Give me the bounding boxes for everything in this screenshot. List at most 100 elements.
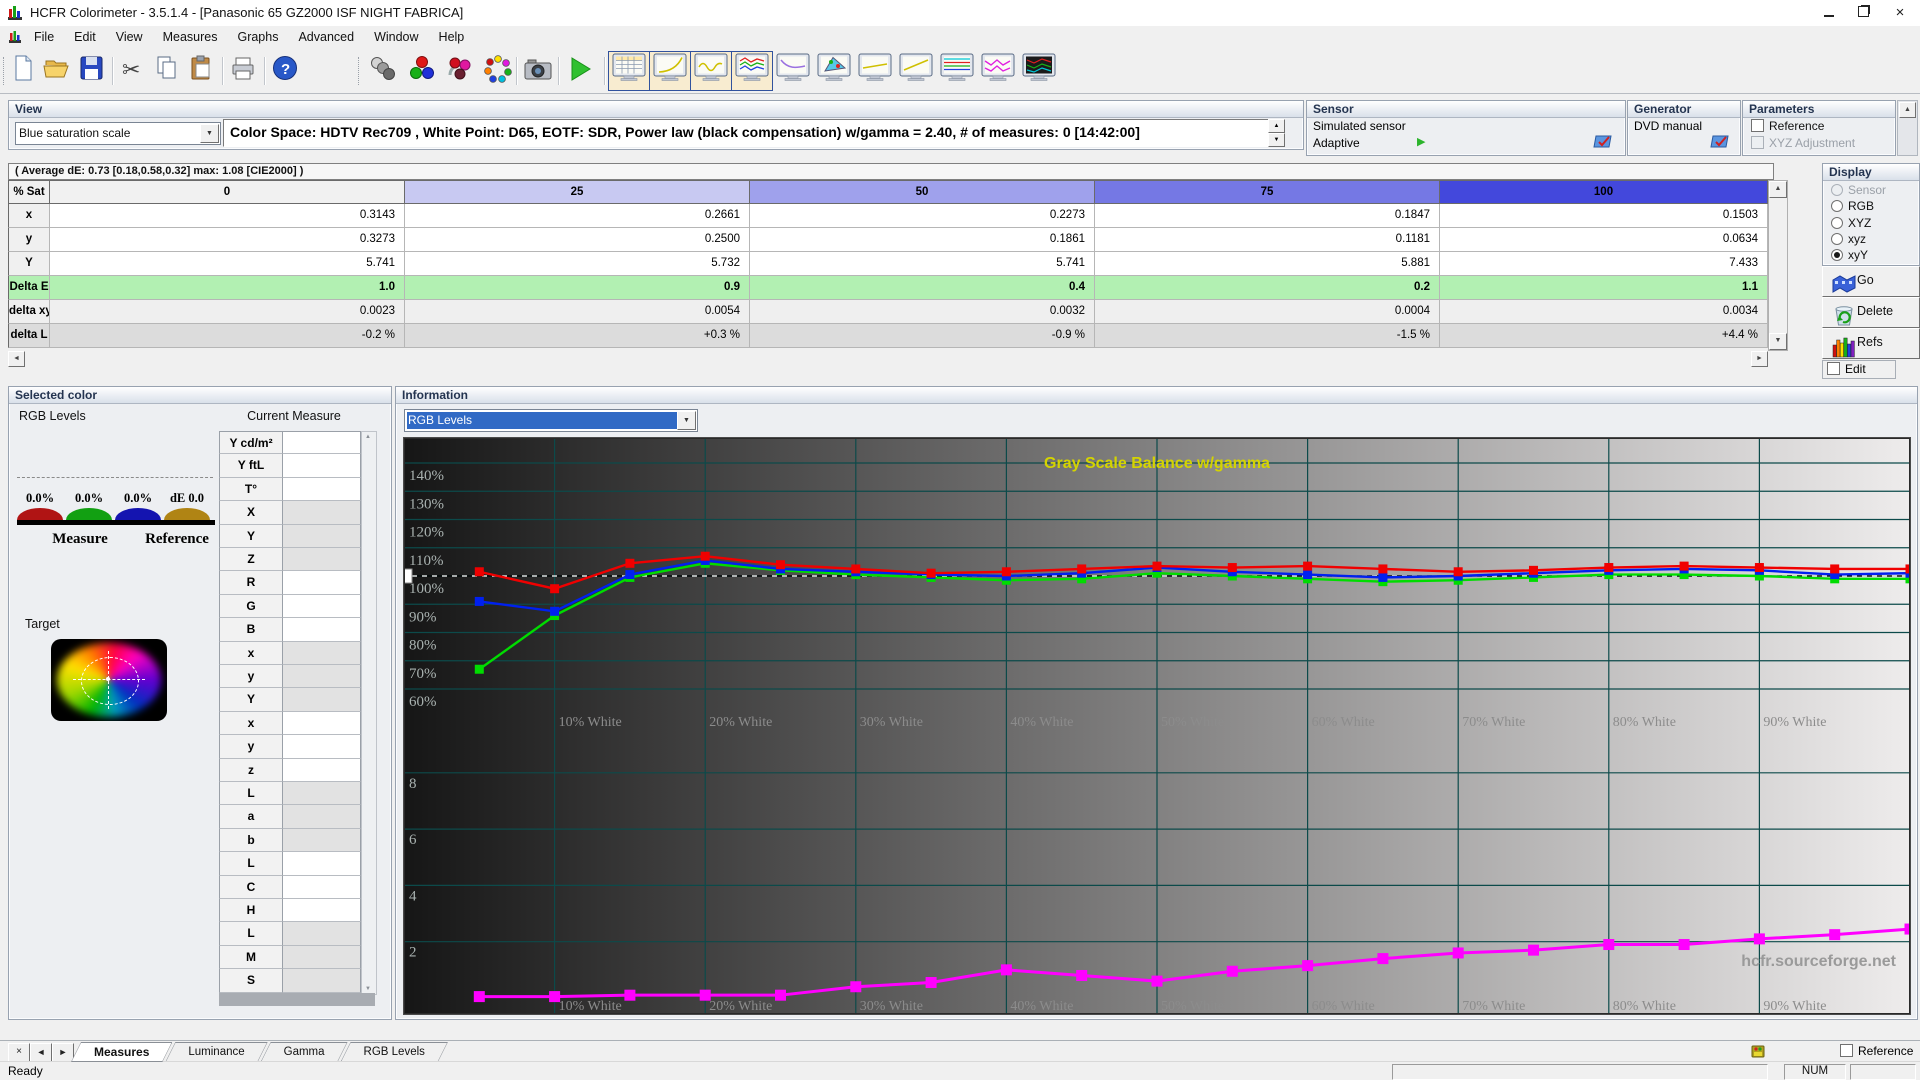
primaries-measure-icon[interactable] bbox=[406, 53, 438, 85]
chevron-down-icon[interactable]: ▼ bbox=[677, 411, 696, 430]
data-point[interactable] bbox=[550, 584, 559, 593]
menu-item-edit[interactable]: Edit bbox=[64, 26, 106, 49]
data-point[interactable] bbox=[1378, 564, 1387, 573]
data-point[interactable] bbox=[1830, 564, 1839, 573]
view-mode-dropdown[interactable]: Blue saturation scale ▼ bbox=[15, 122, 221, 145]
cm-row-value[interactable] bbox=[283, 922, 361, 945]
table-cell[interactable]: 0.2500 bbox=[405, 228, 750, 252]
data-point[interactable] bbox=[1679, 939, 1690, 950]
cm-row-value[interactable] bbox=[283, 946, 361, 969]
edit-checkbox-row[interactable]: Edit bbox=[1822, 360, 1896, 379]
cm-row-value[interactable] bbox=[283, 595, 361, 618]
information-view-dropdown[interactable]: RGB Levels ▼ bbox=[404, 409, 698, 432]
copy-icon[interactable] bbox=[152, 53, 184, 85]
view-luminance-curve-icon[interactable] bbox=[653, 53, 685, 85]
menu-item-view[interactable]: View bbox=[106, 26, 153, 49]
radio-xyy[interactable]: xyY bbox=[1831, 248, 1868, 262]
table-cell[interactable]: -0.2 % bbox=[50, 324, 405, 348]
cm-row-value[interactable] bbox=[283, 431, 361, 454]
table-cell[interactable]: 0.4 bbox=[750, 276, 1095, 300]
table-cell[interactable]: 0.2273 bbox=[750, 204, 1095, 228]
cm-row-value[interactable] bbox=[283, 501, 361, 524]
menu-item-measures[interactable]: Measures bbox=[153, 26, 228, 49]
cm-row-value[interactable] bbox=[283, 642, 361, 665]
data-point[interactable] bbox=[625, 570, 634, 579]
table-cell[interactable]: -0.9 % bbox=[750, 324, 1095, 348]
table-cell[interactable]: 5.741 bbox=[750, 252, 1095, 276]
data-point[interactable] bbox=[1529, 566, 1538, 575]
data-point[interactable] bbox=[927, 569, 936, 578]
data-point[interactable] bbox=[1002, 567, 1011, 576]
view-cie-diagram-icon[interactable] bbox=[817, 53, 849, 85]
generator-config-button[interactable] bbox=[1710, 133, 1734, 156]
table-cell[interactable]: 0.1503 bbox=[1440, 204, 1768, 228]
table-cell[interactable]: 0.3273 bbox=[50, 228, 405, 252]
chevron-down-icon[interactable]: ▼ bbox=[200, 124, 219, 143]
cut-icon[interactable]: ✂ bbox=[118, 53, 150, 85]
data-point[interactable] bbox=[850, 981, 861, 992]
data-point[interactable] bbox=[1680, 562, 1689, 571]
table-cell[interactable]: 0.1861 bbox=[750, 228, 1095, 252]
data-point[interactable] bbox=[1303, 570, 1312, 579]
table-cell[interactable]: 0.3143 bbox=[50, 204, 405, 228]
help-icon[interactable]: ? bbox=[270, 53, 302, 85]
cm-row-value[interactable] bbox=[283, 618, 361, 641]
table-cell[interactable]: 7.433 bbox=[1440, 252, 1768, 276]
cm-scroll-up-icon[interactable]: ▲ bbox=[362, 434, 374, 440]
radio-icon[interactable] bbox=[1831, 233, 1843, 245]
view-color-temperature-icon[interactable] bbox=[940, 53, 972, 85]
go-button[interactable]: Go bbox=[1822, 266, 1920, 297]
radio-icon[interactable] bbox=[1831, 200, 1843, 212]
table-scroll-up-icon[interactable]: ▲ bbox=[1769, 181, 1787, 198]
data-point[interactable] bbox=[1227, 966, 1238, 977]
cm-row-value[interactable] bbox=[283, 969, 361, 992]
column-header-75[interactable]: 75 bbox=[1095, 180, 1440, 204]
sensor-config-button[interactable] bbox=[1593, 133, 1617, 156]
view-free-measures-icon[interactable] bbox=[1022, 53, 1054, 85]
data-point[interactable] bbox=[701, 552, 710, 561]
checkbox-icon[interactable] bbox=[1751, 119, 1764, 132]
current-measure-scrollbar[interactable]: ▲ ▼ bbox=[361, 431, 377, 995]
cm-row-value[interactable] bbox=[283, 852, 361, 875]
tab-measures[interactable]: Measures bbox=[71, 1042, 172, 1062]
grayscale-measure-icon[interactable] bbox=[368, 53, 400, 85]
secondaries-measure-icon[interactable] bbox=[444, 53, 476, 85]
data-point[interactable] bbox=[1528, 945, 1539, 956]
tab-gamma[interactable]: Gamma bbox=[261, 1042, 348, 1062]
data-point[interactable] bbox=[1001, 964, 1012, 975]
delete-button[interactable]: Delete bbox=[1822, 297, 1920, 328]
table-scroll-right-icon[interactable]: ► bbox=[1751, 351, 1768, 367]
cm-row-value[interactable] bbox=[283, 571, 361, 594]
cm-row-value[interactable] bbox=[283, 735, 361, 758]
view-nearblack-curve-icon[interactable] bbox=[776, 53, 808, 85]
cm-row-value[interactable] bbox=[283, 548, 361, 571]
cm-row-value[interactable] bbox=[283, 688, 361, 711]
data-point[interactable] bbox=[475, 665, 484, 674]
data-point[interactable] bbox=[1454, 567, 1463, 576]
data-point[interactable] bbox=[1453, 947, 1464, 958]
table-cell[interactable]: 0.0634 bbox=[1440, 228, 1768, 252]
close-tab-icon[interactable]: × bbox=[8, 1043, 30, 1062]
cm-row-value[interactable] bbox=[283, 665, 361, 688]
view-rgb-levels-icon[interactable] bbox=[735, 53, 767, 85]
cm-scroll-down-icon[interactable]: ▼ bbox=[362, 986, 374, 992]
data-point[interactable] bbox=[1755, 563, 1764, 572]
print-icon[interactable] bbox=[228, 53, 260, 85]
view-contrast-curve-icon[interactable] bbox=[899, 53, 931, 85]
right-scrollbar[interactable]: ▲ bbox=[1897, 100, 1918, 156]
data-point[interactable] bbox=[1378, 573, 1387, 582]
data-point[interactable] bbox=[1228, 563, 1237, 572]
cm-row-value[interactable] bbox=[283, 876, 361, 899]
column-header-100[interactable]: 100 bbox=[1440, 180, 1768, 204]
save-icon[interactable] bbox=[76, 53, 108, 85]
table-vscrollbar[interactable]: ▲ ▼ bbox=[1768, 180, 1788, 351]
data-point[interactable] bbox=[474, 991, 485, 1002]
run-measure-icon[interactable] bbox=[564, 53, 596, 85]
table-cell[interactable]: -1.5 % bbox=[1095, 324, 1440, 348]
refs-button[interactable]: Refs bbox=[1822, 328, 1920, 359]
data-point[interactable] bbox=[625, 559, 634, 568]
table-cell[interactable]: 5.881 bbox=[1095, 252, 1440, 276]
table-cell[interactable]: 0.2661 bbox=[405, 204, 750, 228]
column-header-25[interactable]: 25 bbox=[405, 180, 750, 204]
table-cell[interactable]: 0.0004 bbox=[1095, 300, 1440, 324]
